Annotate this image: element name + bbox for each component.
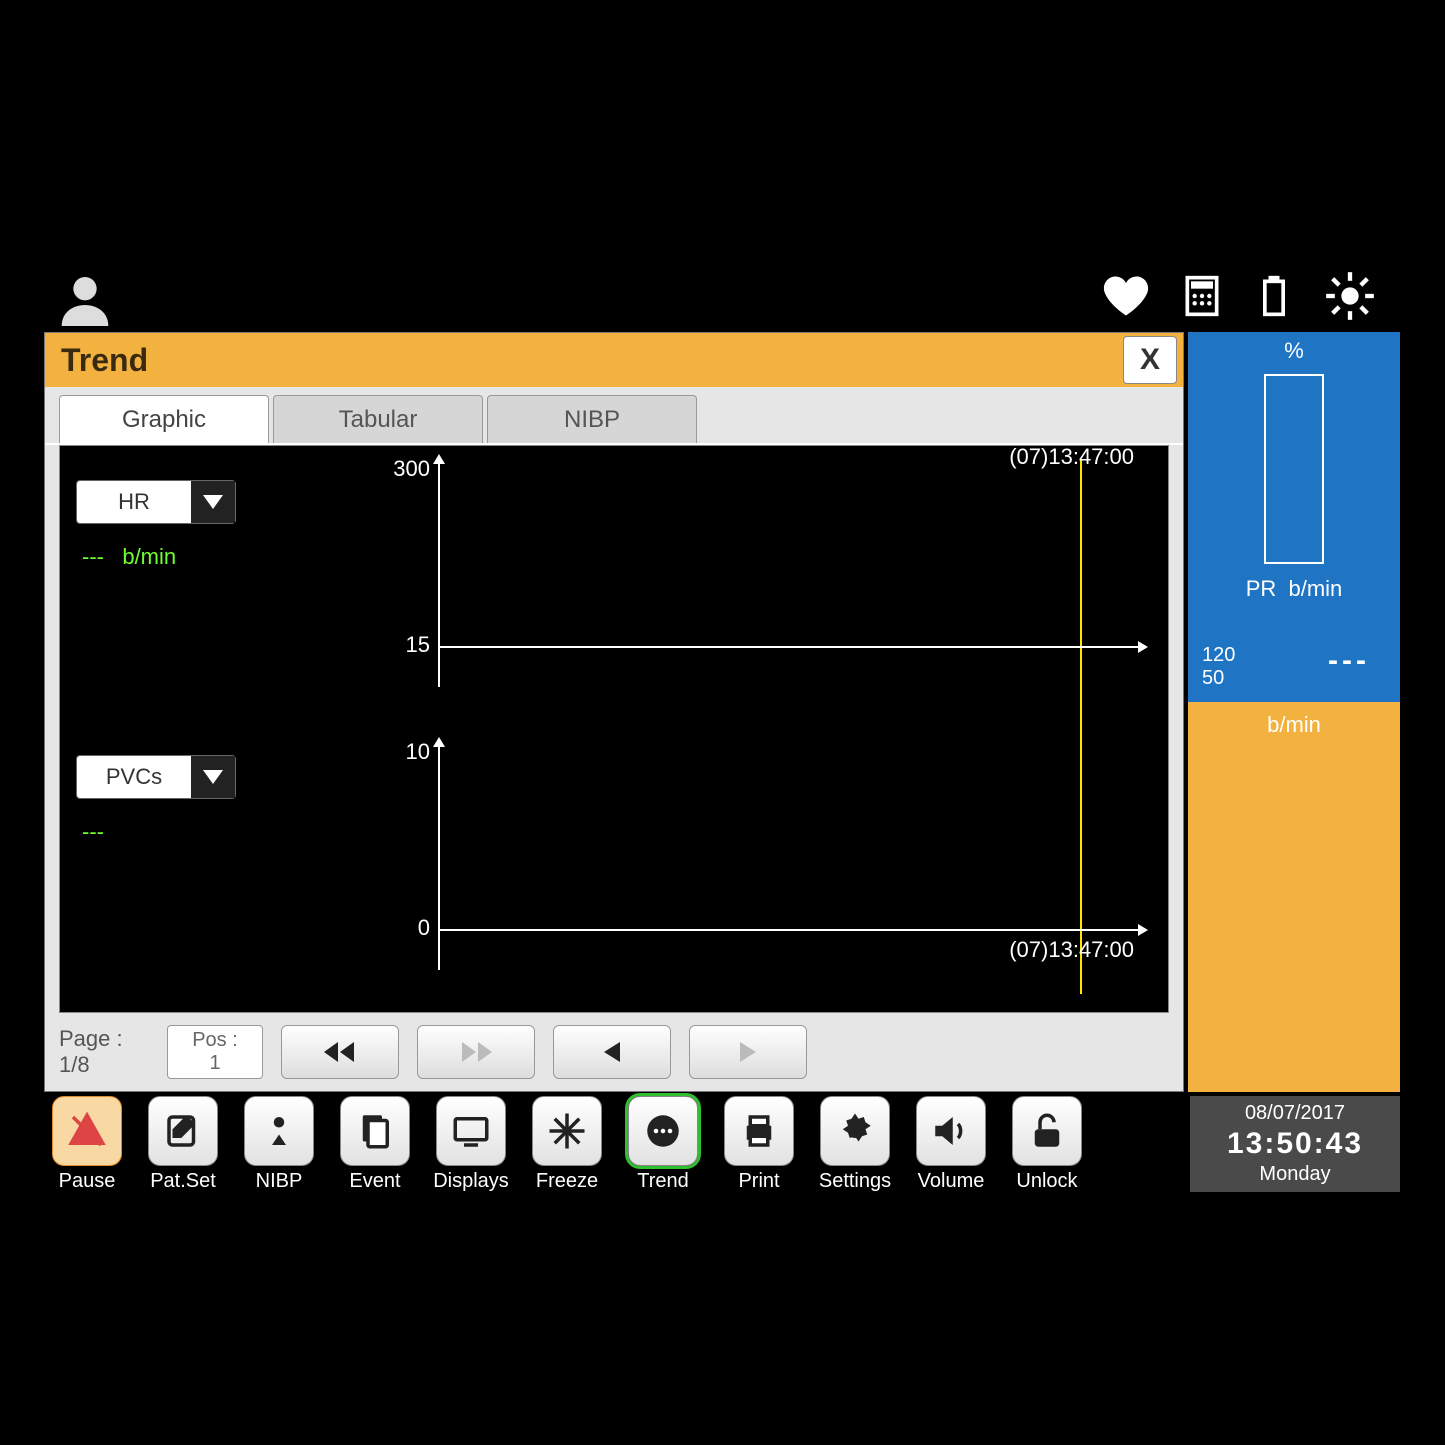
tool-nibp[interactable]: NIBP (236, 1096, 322, 1193)
clock-date: 08/07/2017 (1190, 1102, 1400, 1125)
time-label-bot: (07)13:47:00 (1009, 937, 1134, 963)
param-select-label: PVCs (77, 764, 191, 790)
param-select-hr[interactable]: HR (76, 480, 236, 524)
secondary-tile[interactable]: b/min (1188, 702, 1400, 1092)
spo2-bar (1264, 374, 1324, 564)
y-axis (438, 747, 440, 970)
calculator-icon (1180, 274, 1224, 323)
x-axis (438, 929, 1138, 931)
param-select-pvcs[interactable]: PVCs (76, 755, 236, 799)
y-max-pvcs: 10 (380, 739, 430, 765)
tab-nibp[interactable]: NIBP (487, 395, 697, 443)
y-axis (438, 464, 440, 687)
tool-patset[interactable]: Pat.Set (140, 1096, 226, 1193)
spo2-limits: 120 50 (1202, 644, 1235, 690)
tab-graphic[interactable]: Graphic (59, 395, 269, 443)
param-select-label: HR (77, 489, 191, 515)
secondary-tile-unit: b/min (1188, 712, 1400, 738)
y-min-hr: 15 (380, 632, 430, 658)
trend-panel: Trend X Graphic Tabular NIBP HR --- b/mi… (44, 332, 1184, 1092)
tool-trend[interactable]: Trend (620, 1096, 706, 1193)
chevron-down-icon (191, 481, 235, 523)
graph-area: HR --- b/min 300 15 (07)13:47:00 PVCs (59, 445, 1169, 1013)
clock-time: 13:50:43 (1190, 1127, 1400, 1161)
tool-event[interactable]: Event (332, 1096, 418, 1193)
clock: 08/07/2017 13:50:43 Monday (1190, 1096, 1400, 1192)
param-value-hr: --- b/min (82, 544, 176, 570)
nav-next[interactable] (689, 1025, 807, 1079)
x-axis (438, 646, 1138, 648)
tool-settings[interactable]: Settings (812, 1096, 898, 1193)
y-max-hr: 300 (380, 456, 430, 482)
tab-tabular[interactable]: Tabular (273, 395, 483, 443)
y-min-pvcs: 0 (380, 915, 430, 941)
time-label-top: (07)13:47:00 (1009, 444, 1134, 470)
spo2-value: --- (1328, 644, 1370, 678)
tool-pause[interactable]: Pause (44, 1096, 130, 1193)
nav-fast-forward[interactable] (417, 1025, 535, 1079)
tool-print[interactable]: Print (716, 1096, 802, 1193)
nav-prev[interactable] (553, 1025, 671, 1079)
tool-displays[interactable]: Displays (428, 1096, 514, 1193)
spo2-pr-label: PR b/min (1188, 576, 1400, 602)
tool-volume[interactable]: Volume (908, 1096, 994, 1193)
chevron-down-icon (191, 756, 235, 798)
patient-icon[interactable] (44, 264, 126, 332)
spo2-percent-label: % (1188, 338, 1400, 364)
tool-freeze[interactable]: Freeze (524, 1096, 610, 1193)
pos-indicator: Pos : 1 (167, 1025, 263, 1079)
clock-day: Monday (1190, 1163, 1400, 1186)
panel-title: Trend (61, 342, 1123, 379)
battery-icon (1252, 274, 1296, 323)
page-indicator: Page : 1/8 (59, 1026, 149, 1079)
brightness-icon[interactable] (1324, 270, 1376, 327)
tool-unlock[interactable]: Unlock (1004, 1096, 1090, 1193)
nav-fast-rewind[interactable] (281, 1025, 399, 1079)
spo2-tile[interactable]: % PR b/min 120 50 --- (1188, 332, 1400, 702)
heart-icon (1100, 270, 1152, 327)
close-button[interactable]: X (1123, 336, 1177, 384)
param-value-pvcs: --- (82, 819, 104, 845)
